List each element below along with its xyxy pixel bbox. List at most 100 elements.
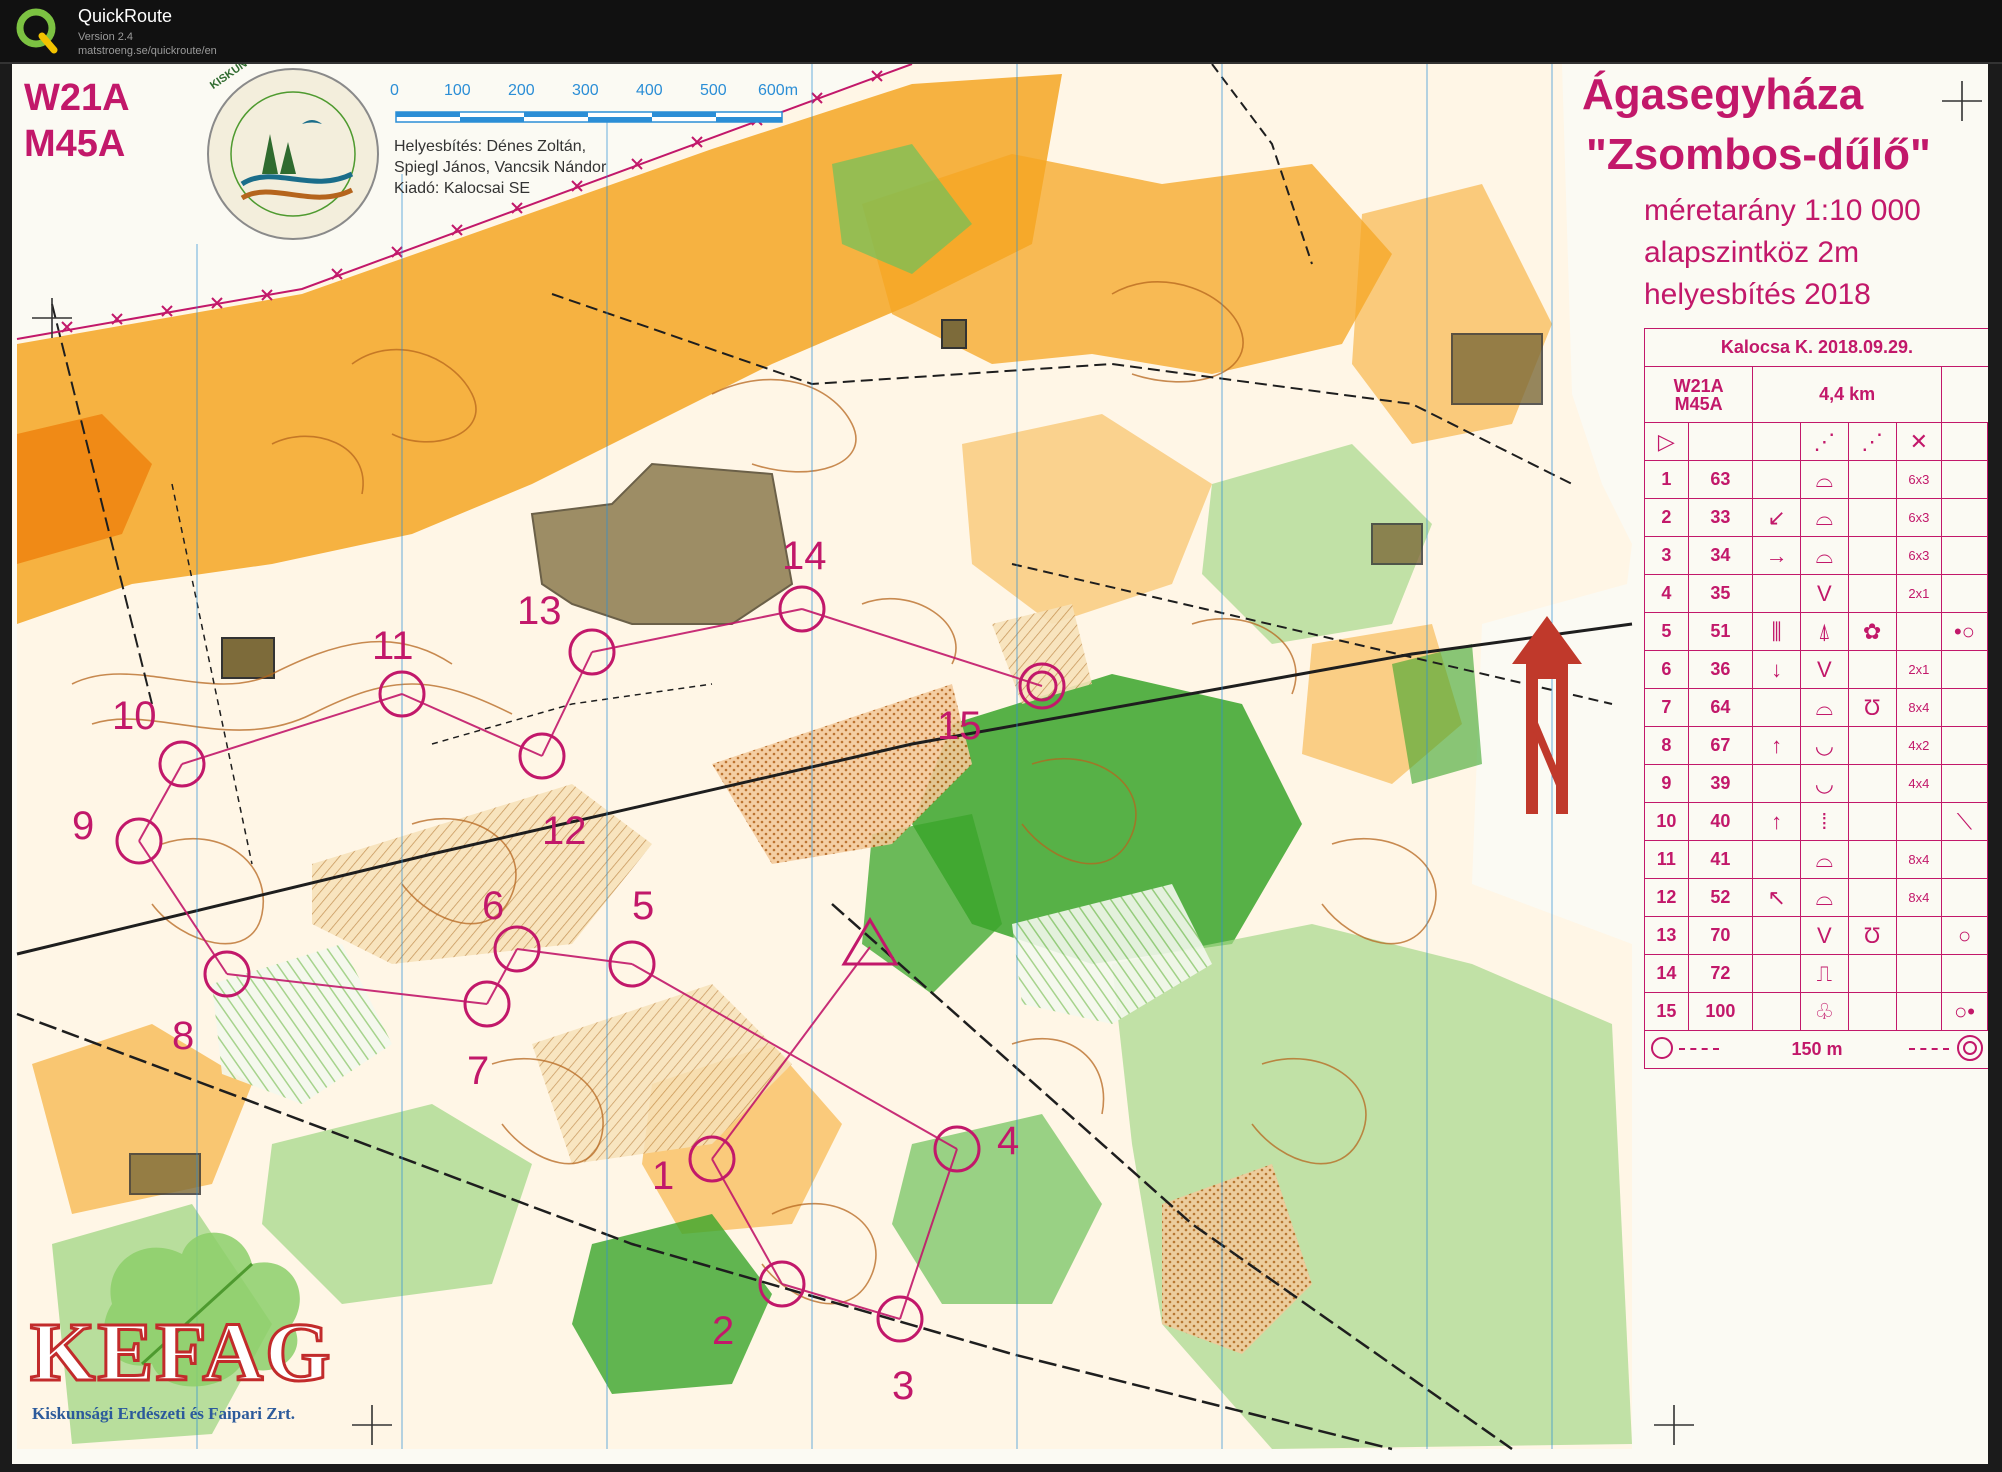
control-number-label: 3 (892, 1364, 915, 1408)
control-number-cell: 6 (1644, 650, 1689, 689)
start-symbol-icon: ▷ (1644, 422, 1689, 461)
description-row: 2 33 ↙ ⌓ 6x3 (1644, 498, 1988, 537)
location-cell (1941, 536, 1988, 575)
control-number-label: 6 (482, 884, 505, 928)
other-cell (1986, 460, 1988, 499)
which-feature-cell (1752, 916, 1801, 955)
control-number-label: 15 (937, 704, 982, 748)
dimensions-cell (1895, 954, 1943, 993)
location-cell (1941, 460, 1988, 499)
control-number-label: 1 (652, 1154, 675, 1198)
sponsor-name: Kiskunsági Erdészeti és Faipari Zrt. (32, 1404, 296, 1423)
control-code-cell: 70 (1687, 916, 1754, 955)
control-code-cell: 35 (1687, 574, 1754, 613)
finish-icon (1957, 1035, 1983, 1061)
description-row: 3 34 → ⌓ 6x3 (1644, 536, 1988, 575)
course-code-w21a: W21A (24, 77, 130, 119)
description-row: 7 64 ⌓ Ʊ 8x4 (1644, 688, 1988, 727)
dimensions-cell (1895, 916, 1943, 955)
control-code-cell: 40 (1687, 802, 1754, 841)
control-code-cell: 63 (1687, 460, 1754, 499)
other-cell (1986, 878, 1988, 917)
feature-cell: V (1799, 650, 1849, 689)
national-park-logo-icon (207, 68, 379, 240)
dimensions-cell (1895, 802, 1943, 841)
description-row: 5 51 ⫼ ⍋ ✿ •○ (1644, 612, 1988, 651)
appearance-cell (1847, 498, 1897, 537)
feature-cell: ⌓ (1799, 498, 1849, 537)
control-code-cell: 51 (1687, 612, 1754, 651)
control-number-cell: 12 (1644, 878, 1689, 917)
description-row: 14 72 ⎍ (1644, 954, 1988, 993)
appearance-cell (1847, 536, 1897, 575)
feature-cell: ♧ (1799, 992, 1849, 1031)
dimensions-cell: 8x4 (1895, 840, 1943, 879)
control-number-cell: 15 (1644, 992, 1689, 1031)
control-number-label: 5 (632, 884, 655, 928)
description-row: 8 67 ↑ ◡ 4x2 (1644, 726, 1988, 765)
other-cell (1986, 688, 1988, 727)
appearance-cell (1847, 460, 1897, 499)
which-feature-cell: ↖ (1752, 878, 1801, 917)
other-cell (1986, 574, 1988, 613)
course-cell: W21A M45A (1643, 366, 1754, 423)
control-number-label: 8 (172, 1014, 195, 1058)
control-number-label: 14 (782, 534, 827, 578)
control-number-label: 9 (72, 804, 95, 848)
dimensions-cell: 2x1 (1895, 650, 1943, 689)
building-2 (1451, 333, 1543, 405)
which-feature-cell (1752, 992, 1801, 1031)
scale-tick: 100 (444, 82, 471, 99)
other-cell (1986, 726, 1988, 765)
appearance-cell (1847, 992, 1897, 1031)
appearance-cell: Ʊ (1847, 916, 1897, 955)
which-feature-cell: ↑ (1752, 726, 1801, 765)
feature-cell: V (1799, 916, 1849, 955)
appearance-cell (1847, 802, 1897, 841)
description-row: 13 70 V Ʊ ○ (1644, 916, 1988, 955)
location-cell (1941, 840, 1988, 879)
dimensions-cell: 6x3 (1895, 536, 1943, 575)
which-feature-cell (1752, 574, 1801, 613)
map-subtitle: "Zsombos-dűlő" (1586, 130, 1931, 179)
app-url[interactable]: matstroeng.se/quickroute/en (78, 45, 217, 57)
control-number-cell: 10 (1644, 802, 1689, 841)
location-cell (1941, 726, 1988, 765)
description-row: 12 52 ↖ ⌓ 8x4 (1644, 878, 1988, 917)
dimensions-cell: 8x4 (1895, 688, 1943, 727)
path-icon: ⋰ (1799, 422, 1849, 461)
other-cell (1986, 992, 1988, 1031)
dimensions-cell: 6x3 (1895, 460, 1943, 499)
app-name: QuickRoute (78, 6, 173, 26)
location-cell (1941, 954, 1988, 993)
feature-cell: ⁞ (1799, 802, 1849, 841)
scale-info: méretarány 1:10 000 (1644, 194, 1921, 227)
other-cell (1986, 498, 1988, 537)
control-number-label: 7 (467, 1049, 490, 1093)
course-code-m45a: M45A (24, 123, 126, 165)
appearance-cell (1847, 574, 1897, 613)
finish-description-row: 150 m (1644, 1030, 1988, 1069)
control-number-cell: 3 (1644, 536, 1689, 575)
which-feature-cell: ↑ (1752, 802, 1801, 841)
dimensions-cell: 8x4 (1895, 878, 1943, 917)
control-code-cell: 72 (1687, 954, 1754, 993)
other-cell (1986, 840, 1988, 879)
dimensions-cell: 2x1 (1895, 574, 1943, 613)
which-feature-cell: → (1752, 536, 1801, 575)
feature-cell: ⌓ (1799, 840, 1849, 879)
which-feature-cell (1752, 688, 1801, 727)
feature-cell: ⌓ (1799, 688, 1849, 727)
feature-cell: ◡ (1799, 726, 1849, 765)
control-code-cell: 41 (1687, 840, 1754, 879)
map-title: Ágasegyháza (1582, 70, 1864, 119)
control-number-cell: 8 (1644, 726, 1689, 765)
dimensions-cell: 4x2 (1895, 726, 1943, 765)
scale-tick: 400 (636, 82, 663, 99)
appearance-cell: Ʊ (1847, 688, 1897, 727)
crossing-icon: ✕ (1895, 422, 1943, 461)
control-number-cell: 2 (1644, 498, 1689, 537)
which-feature-cell (1752, 954, 1801, 993)
finish-start-icon (1651, 1037, 1673, 1059)
orienteering-map[interactable]: W21A M45A 0 100 200 300 400 500 600m Hel… (12, 64, 1988, 1464)
